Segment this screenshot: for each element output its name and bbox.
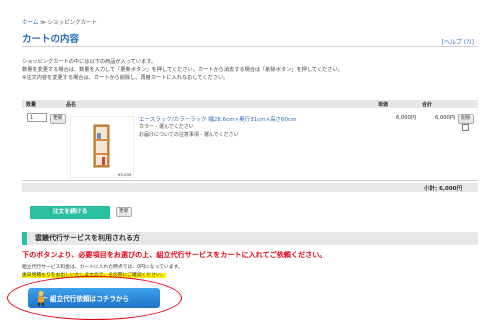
row-divider xyxy=(22,180,478,181)
product-name-link[interactable]: エースラック/カラーラック 幅28.6cm×奥行31cm×高さ60cm xyxy=(139,115,296,123)
delete-button[interactable]: 削除 xyxy=(458,114,474,124)
line-total: 6,000円 xyxy=(435,115,456,121)
breadcrumb-separator: ≫ xyxy=(40,20,46,26)
breadcrumb-home-link[interactable]: ホーム xyxy=(22,20,38,26)
intro-line: ショッピングカートの中には以下の商品が入っています。 xyxy=(22,59,157,65)
help-link[interactable]: [ヘルプ (?)] xyxy=(442,37,474,46)
quantity-input[interactable] xyxy=(27,113,47,122)
breadcrumb: ホーム ≫ ショッピングカート xyxy=(22,18,97,26)
assembly-headline: 下のボタンより、必要項目をお選びの上、組立代行サービスをカートに入れてご依頼くだ… xyxy=(22,250,327,259)
header-qty: 数量 xyxy=(26,102,37,108)
delete-checkbox[interactable] xyxy=(462,124,469,131)
highlight-ellipse xyxy=(7,276,182,320)
header-unit-price: 単価 xyxy=(378,102,389,108)
assembly-note-1-text: 組立代行サービス料金は、カートに入れた時点では、0円になっています。 xyxy=(22,265,183,270)
unit-price: 6,000円 xyxy=(396,115,417,121)
product-options: カラー - 選んでください お届けについての注意事項 - 選んでください xyxy=(139,123,239,139)
intro-line: 数量を変更する場合は、数量を入力して「更新ボタン」を押してください。カートから消… xyxy=(22,67,343,73)
header-name: 品名 xyxy=(66,102,77,108)
product-thumbnail[interactable]: ¥3,000 xyxy=(70,116,134,178)
header-subtotal: 合計 xyxy=(422,102,433,108)
intro-text: ショッピングカートの中には以下の商品が入っています。 数量を変更する場合は、数量… xyxy=(22,58,478,82)
subtotal-row: 小計: 6,000円 xyxy=(22,183,478,192)
title-divider xyxy=(22,46,478,47)
delivery-option: お届けについての注意事項 - 選んでください xyxy=(139,132,239,138)
continue-order-button[interactable]: 注文を続ける xyxy=(30,206,110,219)
assembly-note-1: 組立代行サービス料金は、カートに入れた時点では、0円になっています。 xyxy=(22,263,183,270)
intro-line: ※注文内容を変更する場合は、カートから削除し、再度カートに入れなおしてください。 xyxy=(22,75,229,81)
cart-table-header: 数量 品名 単価 合計 xyxy=(22,100,478,108)
thumbnail-price: ¥3,000 xyxy=(118,172,132,177)
color-option: カラー - 選んでください xyxy=(139,124,194,130)
shelf-image xyxy=(93,124,110,168)
row-update-button[interactable]: 更新 xyxy=(50,114,66,124)
breadcrumb-current: ショッピングカート xyxy=(47,20,98,26)
page-title: カートの内容 xyxy=(22,34,80,45)
update-button[interactable]: 更新 xyxy=(116,207,132,217)
subtotal-text: 小計: 6,000円 xyxy=(423,186,462,192)
assembly-section-heading: 雲鰻代行サービスを利用される方 xyxy=(22,232,478,245)
